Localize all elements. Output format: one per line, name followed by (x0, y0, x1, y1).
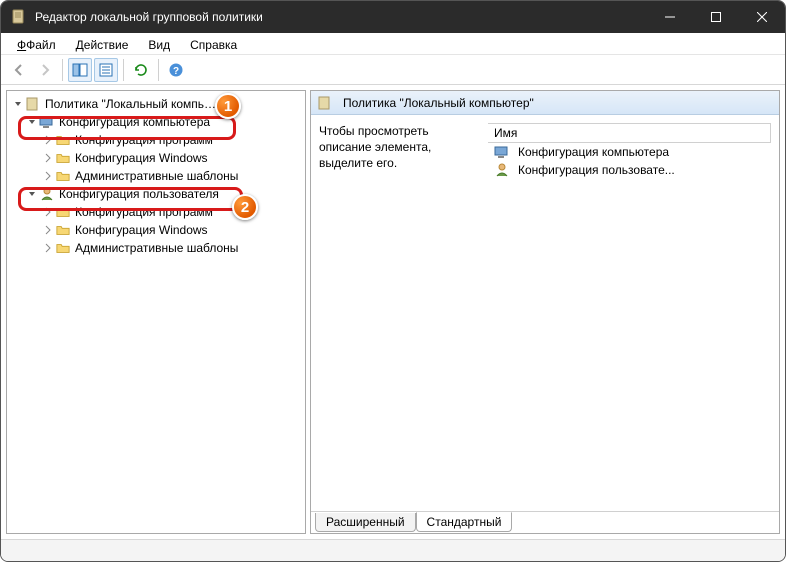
chevron-right-icon[interactable] (41, 241, 55, 255)
detail-description: Чтобы просмотреть описание элемента, выд… (319, 123, 484, 503)
column-header-name[interactable]: Имя (488, 123, 771, 143)
help-button[interactable]: ? (164, 58, 188, 82)
back-button[interactable] (7, 58, 31, 82)
tree-user-config[interactable]: Конфигурация пользователя (9, 185, 303, 203)
tree-label: Административные шаблоны (75, 241, 238, 255)
tree-item[interactable]: Конфигурация программ (9, 203, 303, 221)
menu-action[interactable]: Действие (66, 33, 139, 54)
tree-pane[interactable]: Политика "Локальный компь… Конфигурация … (6, 90, 306, 534)
list-label: Конфигурация компьютера (518, 145, 669, 159)
forward-button[interactable] (33, 58, 57, 82)
titlebar: Редактор локальной групповой политики (1, 1, 785, 33)
show-tree-button[interactable] (68, 58, 92, 82)
computer-icon (494, 144, 510, 160)
window-title: Редактор локальной групповой политики (35, 10, 263, 24)
folder-icon (55, 150, 71, 166)
policy-icon (317, 95, 333, 111)
tree-root[interactable]: Политика "Локальный компь… (9, 95, 303, 113)
folder-icon (55, 240, 71, 256)
detail-list: Имя Конфигурация компьютера Конфигурация… (488, 123, 771, 503)
minimize-button[interactable] (647, 1, 693, 33)
computer-icon (39, 114, 55, 130)
tree-label: Конфигурация программ (75, 133, 213, 147)
folder-icon (55, 168, 71, 184)
menu-view[interactable]: Вид (138, 33, 180, 54)
properties-button[interactable] (94, 58, 118, 82)
window-controls (647, 1, 785, 33)
tree-label: Конфигурация компьютера (59, 115, 210, 129)
toolbar-separator (158, 59, 159, 81)
tree-item[interactable]: Конфигурация Windows (9, 221, 303, 239)
toolbar: ? (1, 55, 785, 85)
list-item[interactable]: Конфигурация пользовате... (488, 161, 771, 179)
detail-pane: Политика "Локальный компьютер" Чтобы про… (310, 90, 780, 534)
tree-item[interactable]: Административные шаблоны (9, 167, 303, 185)
tree-item[interactable]: Административные шаблоны (9, 239, 303, 257)
detail-header: Политика "Локальный компьютер" (311, 91, 779, 115)
chevron-right-icon[interactable] (41, 205, 55, 219)
tree-label: Конфигурация Windows (75, 223, 208, 237)
tree-label: Административные шаблоны (75, 169, 238, 183)
tree-item[interactable]: Конфигурация Windows (9, 149, 303, 167)
app-window: Редактор локальной групповой политики ФФ… (0, 0, 786, 562)
tree-label: Конфигурация программ (75, 205, 213, 219)
tree-label: Конфигурация Windows (75, 151, 208, 165)
chevron-down-icon[interactable] (25, 115, 39, 129)
folder-icon (55, 222, 71, 238)
chevron-right-icon[interactable] (41, 151, 55, 165)
user-icon (494, 162, 510, 178)
folder-icon (55, 204, 71, 220)
tree-computer-config[interactable]: Конфигурация компьютера (9, 113, 303, 131)
close-button[interactable] (739, 1, 785, 33)
tree-label: Конфигурация пользователя (59, 187, 219, 201)
menubar: ФФайлФайл Действие Вид Справка (1, 33, 785, 55)
toolbar-separator (62, 59, 63, 81)
chevron-right-icon[interactable] (41, 133, 55, 147)
user-icon (39, 186, 55, 202)
detail-body: Чтобы просмотреть описание элемента, выд… (311, 115, 779, 511)
maximize-button[interactable] (693, 1, 739, 33)
toolbar-separator (123, 59, 124, 81)
tree-root-label: Политика "Локальный компь… (45, 97, 216, 111)
menu-help[interactable]: Справка (180, 33, 247, 54)
tab-extended[interactable]: Расширенный (315, 513, 416, 532)
app-icon (11, 9, 27, 25)
detail-title: Политика "Локальный компьютер" (343, 96, 534, 110)
chevron-down-icon[interactable] (25, 187, 39, 201)
chevron-right-icon[interactable] (41, 169, 55, 183)
content-area: Политика "Локальный компь… Конфигурация … (1, 85, 785, 539)
list-label: Конфигурация пользовате... (518, 163, 675, 177)
refresh-button[interactable] (129, 58, 153, 82)
policy-icon (25, 96, 41, 112)
tree-item[interactable]: Конфигурация программ (9, 131, 303, 149)
tab-standard[interactable]: Стандартный (416, 512, 513, 532)
list-item[interactable]: Конфигурация компьютера (488, 143, 771, 161)
chevron-down-icon[interactable] (11, 97, 25, 111)
chevron-right-icon[interactable] (41, 223, 55, 237)
tabs: Расширенный Стандартный (311, 511, 779, 533)
svg-text:?: ? (173, 66, 179, 77)
folder-icon (55, 132, 71, 148)
statusbar (1, 539, 785, 561)
menu-file[interactable]: ФФайлФайл (7, 33, 66, 54)
